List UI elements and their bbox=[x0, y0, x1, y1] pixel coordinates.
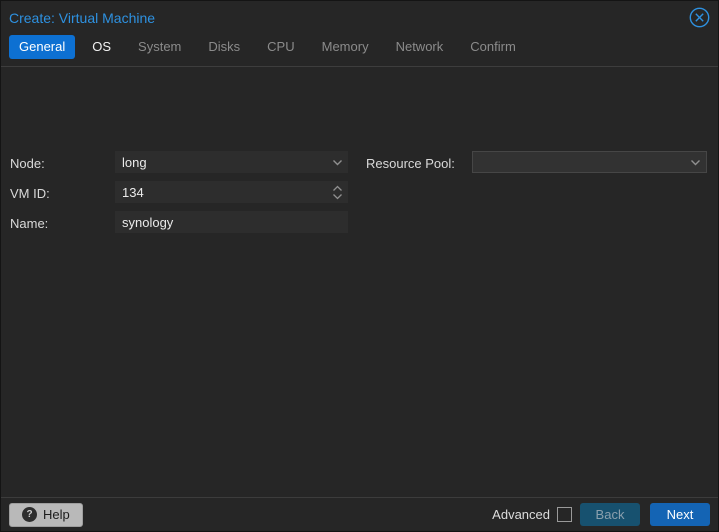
resource-pool-select-value[interactable] bbox=[473, 152, 690, 172]
tab-confirm: Confirm bbox=[470, 39, 516, 54]
tab-network: Network bbox=[395, 39, 444, 54]
footer-actions: Advanced Back Next bbox=[492, 503, 710, 526]
node-label: Node: bbox=[10, 156, 45, 171]
close-icon bbox=[689, 7, 710, 28]
tab-general[interactable]: General bbox=[9, 35, 76, 59]
chevron-down-icon[interactable] bbox=[690, 159, 701, 166]
advanced-label: Advanced bbox=[492, 507, 550, 522]
back-button[interactable]: Back bbox=[580, 503, 640, 526]
vmid-input-value[interactable] bbox=[115, 181, 332, 203]
help-button-label: Help bbox=[43, 507, 70, 522]
tab-os[interactable]: OS bbox=[82, 35, 121, 59]
vmid-label: VM ID: bbox=[10, 186, 50, 201]
node-select-value[interactable] bbox=[115, 151, 332, 173]
tab-disks: Disks bbox=[208, 39, 241, 54]
dialog-titlebar: Create: Virtual Machine bbox=[1, 1, 718, 35]
tab-memory: Memory bbox=[321, 39, 369, 54]
create-vm-dialog: Create: Virtual Machine General OS Syste… bbox=[0, 0, 719, 532]
tab-system: System bbox=[138, 39, 182, 54]
general-form: Node: VM ID: Name: Resource Pool: bbox=[1, 71, 718, 497]
dialog-title: Create: Virtual Machine bbox=[9, 10, 156, 26]
tab-bar: General OS System Disks CPU Memory Netwo… bbox=[1, 35, 718, 67]
dialog-footer: ? Help Advanced Back Next bbox=[1, 497, 718, 531]
name-input[interactable] bbox=[115, 211, 348, 233]
advanced-checkbox[interactable] bbox=[557, 507, 572, 522]
node-select[interactable] bbox=[115, 151, 348, 173]
close-button[interactable] bbox=[689, 7, 710, 28]
help-button[interactable]: ? Help bbox=[9, 502, 83, 527]
tab-cpu: CPU bbox=[267, 39, 295, 54]
question-mark-icon: ? bbox=[22, 507, 37, 522]
chevron-down-icon[interactable] bbox=[332, 159, 343, 166]
resource-pool-select[interactable] bbox=[472, 151, 707, 173]
spinner-up-down-icon[interactable] bbox=[332, 185, 343, 200]
vmid-input[interactable] bbox=[115, 181, 348, 203]
resource-pool-label: Resource Pool: bbox=[366, 156, 455, 171]
name-input-value[interactable] bbox=[115, 211, 348, 233]
next-button[interactable]: Next bbox=[650, 503, 710, 526]
name-label: Name: bbox=[10, 216, 49, 231]
